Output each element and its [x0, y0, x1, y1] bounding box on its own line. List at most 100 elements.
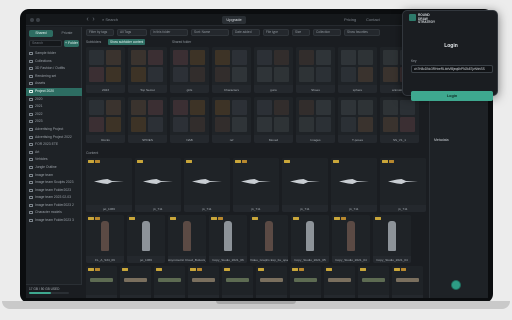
filter-chip[interactable]: Collection — [313, 29, 341, 36]
subfolder-tile[interactable]: Rocks — [86, 97, 125, 143]
sidebar-folder-item[interactable]: Image team Folder2023 3 — [26, 217, 82, 225]
subfolder-tile[interactable]: Shoes — [296, 47, 335, 93]
asset-card[interactable]: jet_1066 — [127, 215, 165, 263]
asset-name: SS_Fox Y Yard 2 — [358, 296, 389, 298]
sidebar-folder-item[interactable]: Character models — [26, 209, 82, 217]
folder-label: Top Secret — [140, 88, 155, 92]
sidebar-folder-item[interactable]: 2021 — [26, 103, 82, 111]
filter-chip[interactable]: Size — [292, 29, 310, 36]
sidebar-folder-item[interactable]: Sample folder — [26, 50, 82, 58]
filter-chip[interactable]: Date added — [232, 29, 260, 36]
filter-chip[interactable]: In this folder — [150, 29, 188, 36]
filter-chip[interactable]: Sort: Name — [191, 29, 229, 36]
sidebar-folder-item[interactable]: FOR 2023 ETE — [26, 141, 82, 149]
asset-card[interactable]: rifle — [154, 266, 185, 298]
asset-card[interactable]: Copy_Studio_2021_05 — [291, 215, 329, 263]
filter-chip[interactable]: All Tags — [117, 29, 147, 36]
file-type-badge — [382, 160, 388, 163]
asset-card[interactable]: Copy_Studio_2021_06 — [209, 215, 247, 263]
sidebar-folder-item[interactable]: Jungle Outline — [26, 164, 82, 172]
sidebar-folder-item[interactable]: Image team 2023 02-03 — [26, 194, 82, 202]
upgrade-button[interactable]: Upgrade — [222, 16, 246, 24]
sidebar-folder-item[interactable]: Assets — [26, 80, 82, 88]
login-button[interactable]: Login — [411, 91, 493, 101]
sidebar-search-input[interactable]: Search — [29, 40, 62, 47]
filter-chip[interactable]: Show favorites — [344, 29, 380, 36]
search-field[interactable]: ⌕ Search — [102, 16, 118, 24]
asset-card[interactable]: runner — [256, 266, 287, 298]
sidebar-folder-item[interactable]: Advertising Project 2022 — [26, 134, 82, 142]
window-dot[interactable] — [36, 18, 40, 22]
window-dot[interactable] — [30, 18, 34, 22]
sidebar-folder-item[interactable]: 3D Fashion / Outfits — [26, 65, 82, 73]
filter-chip[interactable]: Filter by tags — [86, 29, 114, 36]
file-type-badge — [334, 217, 340, 220]
asset-card[interactable]: home_rifle — [290, 266, 321, 298]
chat-button[interactable] — [451, 280, 461, 290]
asset-card[interactable]: FL_A_S34_09 — [86, 215, 124, 263]
subfolder-tile[interactable]: sphere — [338, 47, 377, 93]
sidebar-folder-item[interactable]: 2023 — [26, 118, 82, 126]
asset-card[interactable]: Copy_Studio_2021_04 — [332, 215, 370, 263]
asset-card[interactable]: rave — [188, 266, 219, 298]
asset-card[interactable]: jk_711 — [135, 158, 181, 212]
asset-card[interactable]: rifle_02 — [222, 266, 253, 298]
asset-card[interactable]: home_HVBD — [324, 266, 355, 298]
asset-card[interactable]: jk_711 — [184, 158, 230, 212]
tab-shared[interactable]: Shared — [29, 30, 53, 37]
forward-icon[interactable]: › — [90, 16, 97, 23]
subfolder-tile[interactable]: NAB — [170, 97, 209, 143]
add-folder-button[interactable]: + Folder — [64, 40, 79, 47]
pricing-link[interactable]: Pricing — [344, 16, 356, 24]
sidebar-folder-item[interactable]: Art — [26, 149, 82, 157]
sidebar-folder-item[interactable]: Collections — [26, 58, 82, 66]
asset-card[interactable]: SBS_Concept_02 — [86, 266, 117, 298]
file-type-badge — [235, 160, 241, 163]
asset-card[interactable]: jk_711 — [282, 158, 328, 212]
subfolder-tile[interactable]: SHOES — [128, 97, 167, 143]
subfolder-tile[interactable]: ref — [212, 97, 251, 143]
asset-card[interactable]: Asymmetric Cloud_Buttock_S0 — [168, 215, 206, 263]
sidebar-folder-item[interactable]: Image team Folder2023 2 — [26, 202, 82, 210]
asset-thumbnail — [86, 215, 124, 256]
subfolder-tile[interactable]: Images — [296, 97, 335, 143]
subfolder-tile[interactable]: girls — [170, 47, 209, 93]
tab-private[interactable]: Private — [55, 30, 79, 37]
sidebar-folder-item[interactable]: Image team Folder2023 — [26, 187, 82, 195]
asset-name: Copy_Studio_2021_06 — [212, 258, 244, 262]
breadcrumb-show-subfolder[interactable]: Show subfolder content — [108, 39, 146, 45]
asset-card[interactable]: Video_Graphs Exp_Fe_spar_0221_06 — [250, 215, 288, 263]
asset-card[interactable]: Copy Studio_2021 04 — [392, 266, 423, 298]
filter-chip[interactable]: File type — [263, 29, 289, 36]
mix-shape — [306, 221, 314, 251]
subfolder-tile[interactable]: Top Secret — [128, 47, 167, 93]
sidebar-folder-item[interactable]: 2022 — [26, 111, 82, 119]
sidebar-folder-item[interactable]: Image team Sculpts 2023 — [26, 179, 82, 187]
sidebar-folder-item[interactable]: Advertising Project — [26, 126, 82, 134]
asset-card[interactable]: jk_711 — [331, 158, 377, 212]
breadcrumb-subfolders[interactable]: Subfolders — [86, 39, 101, 45]
asset-name: Asymmetric Cloud_Buttock_S0 — [168, 258, 206, 262]
folder-thumbnail — [254, 47, 293, 85]
asset-card[interactable]: jk_711 — [233, 158, 279, 212]
subfolder-tile[interactable]: SS_V1_1 — [380, 97, 419, 143]
subfolder-tile[interactable]: Characters — [212, 47, 251, 93]
asset-card[interactable]: Copy_Studio_2021_04 — [373, 215, 411, 263]
key-input[interactable]: ch7H8cDNc3RHxeRLbbVf8jeq6hPN2k87jvNhhSS — [411, 65, 493, 73]
subfolder-tile[interactable]: Moved — [254, 97, 293, 143]
sidebar-folder-item[interactable]: Rendering set — [26, 73, 82, 81]
asset-card[interactable]: jet_1066 — [86, 158, 132, 212]
subfolder-tile[interactable]: T-poses — [338, 97, 377, 143]
sidebar-folder-item[interactable]: Vehicles — [26, 156, 82, 164]
asset-card[interactable]: jk_711 — [380, 158, 426, 212]
contact-link[interactable]: Contact — [366, 16, 380, 24]
subfolder-tile[interactable]: 2023 — [86, 47, 125, 93]
sidebar-folder-item[interactable]: Project 2020 — [26, 87, 82, 96]
breadcrumb-shared[interactable]: Shared folder — [172, 39, 191, 45]
sidebar-folder-item[interactable]: Image team — [26, 172, 82, 180]
sidebar-folder-item[interactable]: 2020 — [26, 96, 82, 104]
subfolder-tile[interactable]: guns — [254, 47, 293, 93]
storage-label: 17 GB / 50 GB USED — [29, 287, 60, 291]
asset-card[interactable]: Ardent Fox 2 / Aardvark Fox — [120, 266, 151, 298]
asset-card[interactable]: SS_Fox Y Yard 2 — [358, 266, 389, 298]
